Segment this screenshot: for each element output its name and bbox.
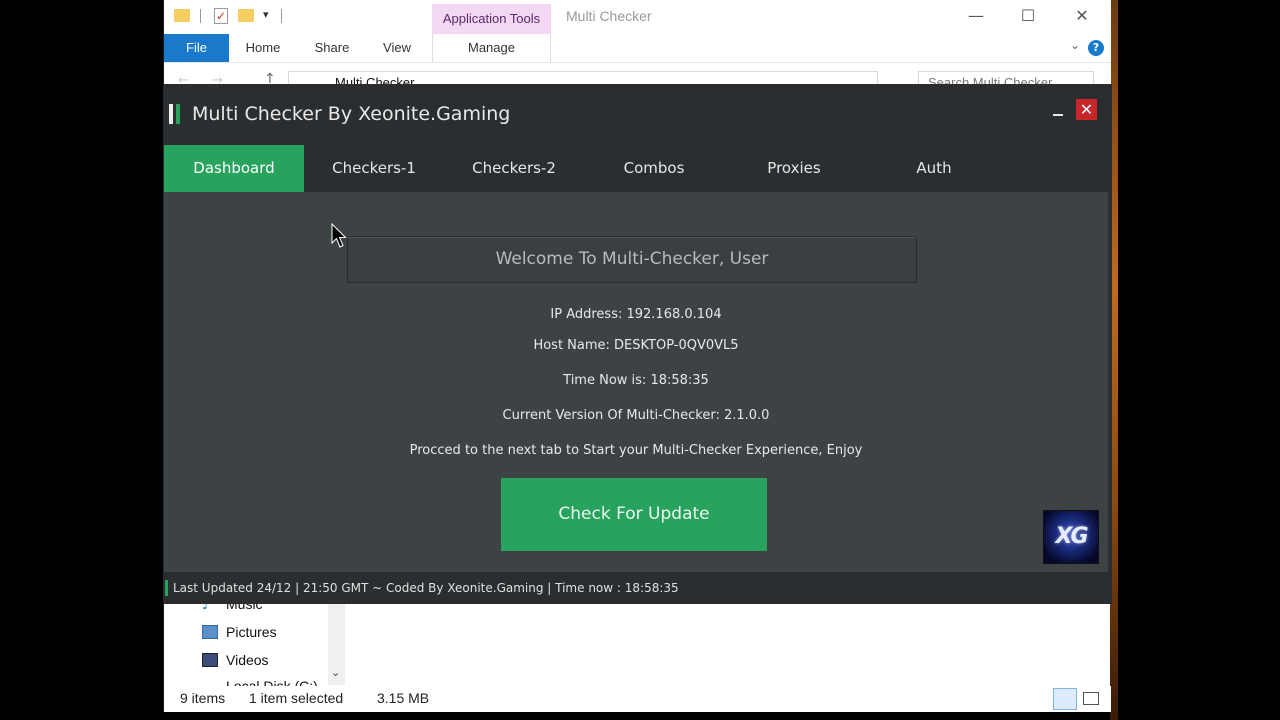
screen: ✓ ▾ Application Tools Multi Checker — ☐ …	[0, 0, 1280, 720]
scroll-down-icon[interactable]: ⌄	[331, 666, 340, 679]
close-icon[interactable]: ✕	[1067, 6, 1097, 25]
app-status-bar: Last Updated 24/12 | 21:50 GMT ~ Coded B…	[163, 572, 1112, 604]
app-title-bar[interactable]: Multi Checker By Xeonite.Gaming ✕	[163, 84, 1112, 145]
app-logo-icon	[169, 104, 173, 124]
maximize-icon[interactable]: ☐	[1013, 6, 1043, 25]
item-count: 9 items	[180, 690, 226, 706]
dashboard-panel: Welcome To Multi-Checker, User IP Addres…	[164, 192, 1108, 572]
ip-address-label: IP Address: 192.168.0.104	[550, 307, 722, 322]
selection-count: 1 item selected	[249, 690, 344, 706]
explorer-window-title: Multi Checker	[566, 8, 652, 24]
back-icon[interactable]: ←	[178, 73, 189, 84]
app-tabs: Dashboard Checkers-1 Checkers-2 Combos P…	[164, 145, 1110, 192]
videos-icon	[202, 653, 218, 667]
properties-icon[interactable]: ✓	[214, 8, 228, 24]
search-input[interactable]: Search Multi Checker	[918, 71, 1094, 84]
ribbon-tabs: File Home Share View Manage	[164, 34, 1111, 62]
mouse-cursor-icon	[331, 223, 347, 248]
minimize-icon[interactable]: —	[961, 6, 991, 25]
nav-item-local-disk[interactable]: Local Disk (C:)	[226, 678, 318, 686]
tab-combos[interactable]: Combos	[584, 145, 724, 192]
nav-item-pictures[interactable]: Pictures	[226, 624, 277, 640]
tab-dashboard[interactable]: Dashboard	[164, 145, 304, 192]
address-row: ← → ↑ Multi Checker Search Multi Checker	[164, 62, 1111, 84]
quick-access-dropdown-icon[interactable]: ▾	[263, 8, 269, 21]
close-button[interactable]: ✕	[1076, 99, 1097, 120]
version-label: Current Version Of Multi-Checker: 2.1.0.…	[502, 408, 770, 423]
app-title: Multi Checker By Xeonite.Gaming	[192, 103, 511, 125]
status-text: Last Updated 24/12 | 21:50 GMT ~ Coded B…	[173, 581, 679, 595]
tab-checkers-1[interactable]: Checkers-1	[304, 145, 444, 192]
app-logo-accent	[176, 104, 180, 124]
ribbon-tab-file[interactable]: File	[164, 34, 229, 62]
forward-icon[interactable]: →	[212, 73, 223, 84]
selection-size: 3.15 MB	[377, 690, 430, 706]
help-icon[interactable]: ?	[1088, 40, 1104, 56]
time-now-label: Time Now is: 18:58:35	[563, 373, 709, 388]
welcome-field[interactable]: Welcome To Multi-Checker, User	[347, 236, 917, 283]
up-icon[interactable]: ↑	[264, 71, 276, 84]
details-view-icon[interactable]	[1053, 688, 1077, 710]
new-folder-icon[interactable]	[238, 9, 254, 22]
divider	[281, 9, 282, 23]
ribbon-tab-view[interactable]: View	[374, 34, 420, 62]
host-name-label: Host Name: DESKTOP-0QV0VL5	[533, 338, 739, 353]
nav-item-videos[interactable]: Videos	[226, 652, 269, 668]
pictures-icon	[202, 625, 218, 639]
tab-auth[interactable]: Auth	[864, 145, 1004, 192]
minimize-icon[interactable]	[1053, 114, 1063, 116]
ribbon-tab-manage[interactable]: Manage	[432, 34, 551, 62]
address-bar[interactable]: Multi Checker	[288, 71, 878, 84]
ribbon-tab-share[interactable]: Share	[304, 34, 360, 62]
folder-icon[interactable]	[174, 9, 190, 22]
status-accent	[165, 580, 168, 596]
application-tools-tab[interactable]: Application Tools	[432, 4, 551, 34]
explorer-title-bar: ✓ ▾ Application Tools Multi Checker — ☐ …	[164, 0, 1111, 34]
chevron-down-icon[interactable]: ⌄	[1070, 38, 1080, 52]
multi-checker-window: Multi Checker By Xeonite.Gaming ✕ Dashbo…	[163, 84, 1112, 604]
large-icons-view-icon[interactable]	[1083, 692, 1099, 705]
tab-proxies[interactable]: Proxies	[724, 145, 864, 192]
explorer-status-bar: 9 items 1 item selected 3.15 MB	[164, 686, 1111, 712]
divider	[200, 9, 201, 23]
proceed-message: Procced to the next tab to Start your Mu…	[409, 443, 863, 458]
xg-logo: XG	[1043, 510, 1099, 564]
check-for-update-button[interactable]: Check For Update	[501, 478, 767, 551]
nav-scrollbar[interactable]: ⌄	[328, 603, 345, 685]
tab-checkers-2[interactable]: Checkers-2	[444, 145, 584, 192]
ribbon-tab-home[interactable]: Home	[236, 34, 290, 62]
